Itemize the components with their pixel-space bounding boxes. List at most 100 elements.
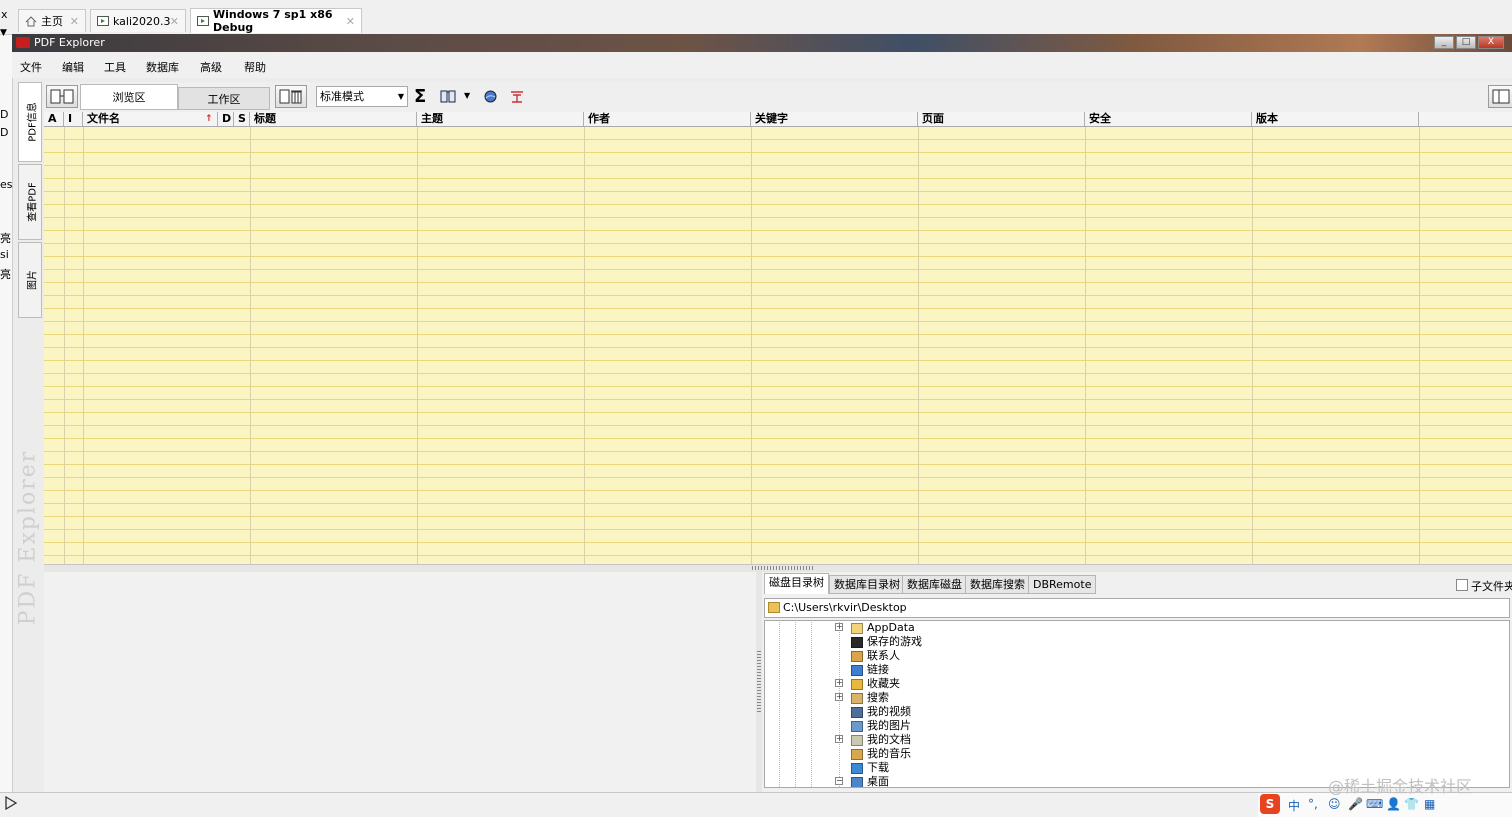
column-header-i[interactable]: I	[64, 112, 83, 126]
expand-icon[interactable]: +	[835, 735, 843, 743]
vm-tab-label: kali2020.3	[113, 14, 171, 28]
side-tab-images[interactable]: 图片	[18, 242, 42, 318]
microphone-icon[interactable]: 🎤	[1348, 797, 1363, 811]
folder-tree-panel: 磁盘目录树 数据库目录树 数据库磁盘 数据库搜索 DBRemote 子文件夹 C…	[762, 572, 1512, 792]
menu-database[interactable]: 数据库	[146, 59, 179, 75]
collapse-icon[interactable]: −	[835, 777, 843, 785]
tab-db-tree[interactable]: 数据库目录树	[829, 575, 905, 594]
toolbox-icon[interactable]: ▦	[1424, 797, 1435, 811]
emoji-icon[interactable]: ☺	[1328, 797, 1341, 811]
side-tab-pdf-info[interactable]: PDF信息	[18, 82, 42, 162]
column-header-title[interactable]: 标题	[250, 112, 417, 126]
tab-disk-tree[interactable]: 磁盘目录树	[764, 573, 829, 594]
source-credit: @稀土掘金技术社区	[1328, 777, 1473, 796]
play-icon[interactable]	[4, 795, 18, 814]
column-header-a[interactable]: A	[44, 112, 64, 126]
grid-divider	[417, 127, 418, 564]
folder-tree[interactable]: + AppData 保存的游戏 联系人 链接 + 收藏夹 + 搜索 我的视频 我的图片 + 我的文档 我的…	[764, 620, 1510, 788]
menu-advanced[interactable]: 高级	[200, 59, 222, 75]
videos-folder-icon	[851, 707, 863, 718]
tab-db-disk[interactable]: 数据库磁盘	[902, 575, 967, 594]
keyboard-icon[interactable]: ⌨	[1366, 797, 1383, 811]
expand-icon[interactable]: +	[835, 623, 843, 631]
book-icon[interactable]	[440, 89, 456, 106]
host-dropdown-icon[interactable]: ▼	[0, 28, 7, 38]
mode-select[interactable]: 标准模式 ▼	[316, 86, 408, 107]
column-header-security[interactable]: 安全	[1085, 112, 1252, 126]
splitter-grip[interactable]	[757, 650, 761, 712]
grid-divider	[83, 127, 84, 564]
minimize-button[interactable]: _	[1434, 36, 1454, 49]
host-edge-text: si	[0, 248, 9, 261]
status-bar: S 中 °, ☺ 🎤 ⌨ 👤 👕 ▦	[0, 792, 1512, 817]
menu-help[interactable]: 帮助	[244, 59, 266, 75]
host-edge-text: 亮	[0, 268, 11, 281]
tab-dbremote[interactable]: DBRemote	[1028, 575, 1097, 594]
chevron-down-icon[interactable]: ▼	[464, 91, 470, 100]
sogou-logo-icon[interactable]: S	[1260, 794, 1280, 814]
sum-icon[interactable]: Σ	[414, 86, 426, 107]
column-header-version[interactable]: 版本	[1252, 112, 1419, 126]
column-header-s[interactable]: S	[234, 112, 250, 126]
tab-work-area[interactable]: 工作区	[178, 87, 270, 110]
music-folder-icon	[851, 749, 863, 760]
games-folder-icon	[851, 637, 863, 648]
close-button[interactable]: X	[1478, 36, 1504, 49]
expand-icon[interactable]: +	[835, 679, 843, 687]
grid-divider	[1252, 127, 1253, 564]
tree-item-label: 桌面	[867, 775, 889, 788]
grid-divider	[250, 127, 251, 564]
panel-layout-button[interactable]	[46, 85, 78, 108]
delete-panel-button[interactable]	[275, 85, 307, 108]
documents-folder-icon	[851, 735, 863, 746]
column-header-pages[interactable]: 页面	[918, 112, 1085, 126]
path-combo[interactable]: C:\Users\rkvir\Desktop	[764, 598, 1510, 618]
close-icon[interactable]: ✕	[346, 15, 355, 28]
user-icon[interactable]: 👤	[1386, 797, 1401, 811]
side-tab-view-pdf[interactable]: 查看PDF	[18, 164, 42, 240]
tree-item-label: 我的文档	[867, 733, 911, 746]
trash-panel-icon	[279, 89, 302, 104]
skin-icon[interactable]: 👕	[1404, 797, 1419, 811]
tree-item-label: 我的视频	[867, 705, 911, 718]
grid-divider	[918, 127, 919, 564]
ime-chinese-mode[interactable]: 中	[1288, 797, 1300, 814]
splitter-grip[interactable]	[752, 566, 814, 570]
host-left-strip	[0, 34, 13, 816]
home-icon	[25, 15, 37, 27]
favorites-folder-icon	[851, 679, 863, 690]
column-header-subject[interactable]: 主题	[417, 112, 584, 126]
menu-edit[interactable]: 编辑	[62, 59, 84, 75]
vm-tab-kali[interactable]: kali2020.3 ✕	[90, 9, 186, 32]
column-header-d[interactable]: D	[218, 112, 234, 126]
column-header-filename[interactable]: 文件名	[83, 112, 218, 126]
tab-db-search[interactable]: 数据库搜索	[965, 575, 1030, 594]
file-grid[interactable]: A I 文件名 ↑ D S 标题 主题 作者 关键字 页面 安全 版本	[44, 112, 1512, 564]
ime-punctuation-icon[interactable]: °,	[1308, 797, 1318, 811]
vm-tab-home[interactable]: 主页 ✕	[18, 9, 86, 32]
close-icon[interactable]: ✕	[70, 15, 79, 28]
grid-divider	[1085, 127, 1086, 564]
pdf-stamp-icon[interactable]	[510, 89, 524, 106]
column-header-keywords[interactable]: 关键字	[751, 112, 918, 126]
tab-browse-area[interactable]: 浏览区	[80, 84, 178, 110]
grid-header: A I 文件名 ↑ D S 标题 主题 作者 关键字 页面 安全 版本	[44, 112, 1512, 127]
folder-icon	[851, 623, 863, 634]
toolbar: 浏览区 工作区 标准模式 ▼ Σ ▼	[44, 82, 1512, 113]
view-toggle-button[interactable]	[1488, 85, 1512, 108]
window-title-bar: PDF Explorer _ □ X	[12, 34, 1512, 52]
pictures-folder-icon	[851, 721, 863, 732]
maximize-button[interactable]: □	[1456, 36, 1476, 49]
pdf-explorer-logo-icon	[16, 37, 30, 48]
tree-item-label: 联系人	[867, 649, 900, 662]
expand-icon[interactable]: +	[835, 693, 843, 701]
menu-file[interactable]: 文件	[20, 59, 42, 75]
host-close-glyph[interactable]: x	[1, 8, 8, 21]
subfolder-checkbox[interactable]: 子文件夹	[1456, 578, 1512, 594]
globe-icon[interactable]	[484, 90, 497, 106]
checkbox-icon[interactable]	[1456, 579, 1468, 591]
menu-tools[interactable]: 工具	[104, 59, 126, 75]
vm-tab-win7[interactable]: Windows 7 sp1 x86 Debug ✕	[190, 8, 362, 34]
column-header-author[interactable]: 作者	[584, 112, 751, 126]
close-icon[interactable]: ✕	[170, 15, 179, 28]
